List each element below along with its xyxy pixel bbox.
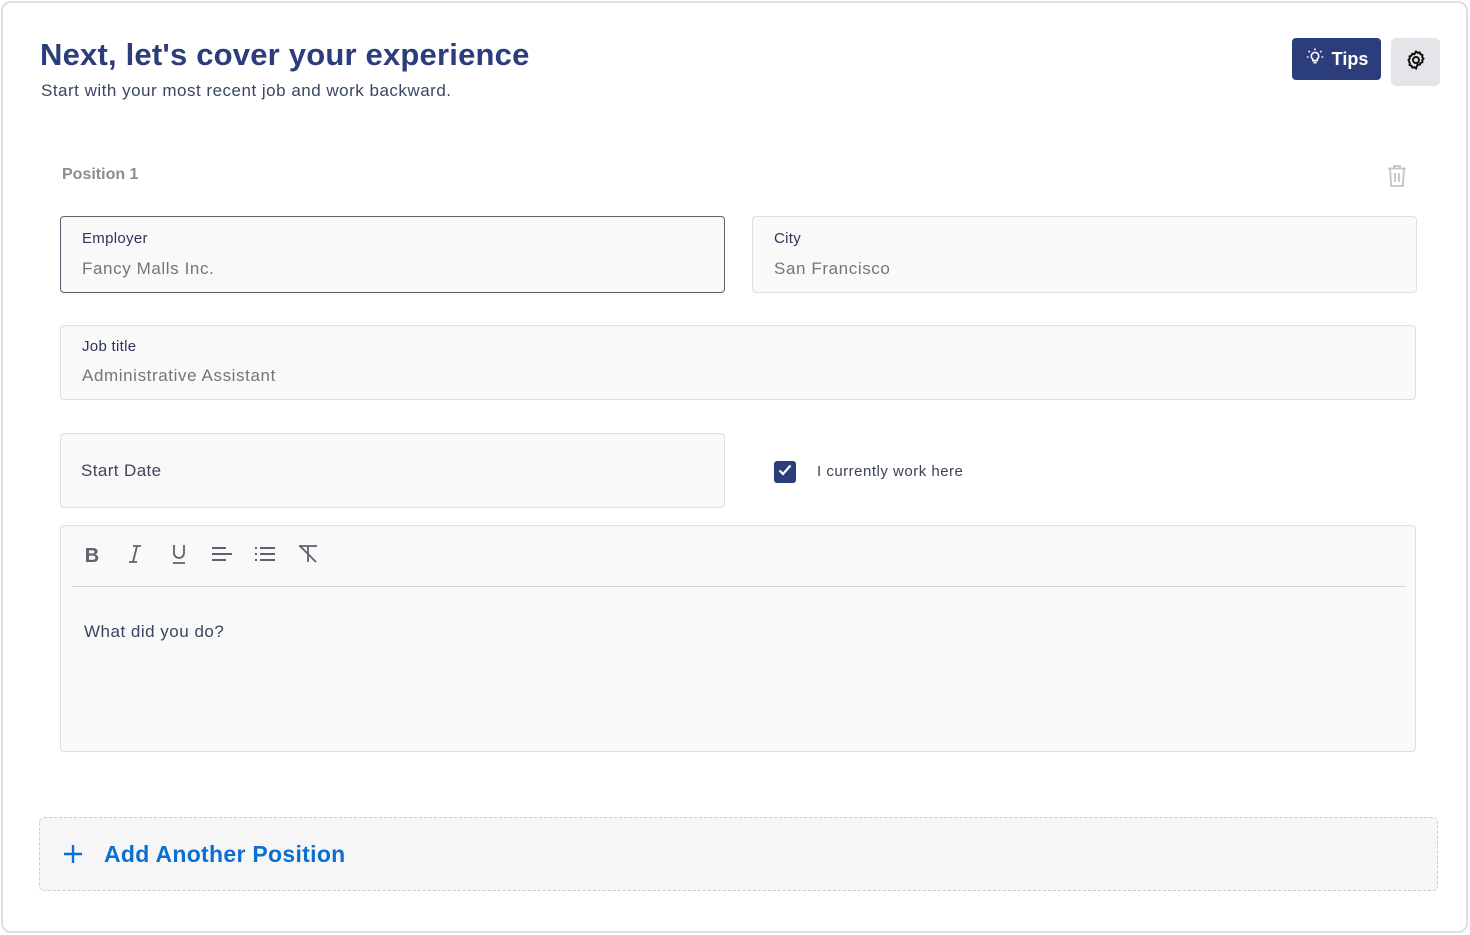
lightbulb-icon [1305,47,1325,72]
city-field[interactable]: City [752,216,1417,293]
currently-work-here-label[interactable]: I currently work here [817,463,963,480]
experience-panel: Next, let's cover your experience Start … [1,1,1468,933]
gear-icon [1404,48,1428,77]
city-input[interactable] [774,259,1371,279]
currently-work-here-checkbox[interactable] [774,461,796,483]
editor-toolbar: B [71,526,1406,587]
delete-position-button[interactable] [1385,163,1409,189]
job-title-field[interactable]: Job title [60,325,1416,400]
settings-button[interactable] [1391,38,1440,86]
employer-input[interactable] [82,259,679,279]
tips-label: Tips [1331,48,1369,69]
italic-button[interactable] [121,542,149,570]
page-title: Next, let's cover your experience [40,37,530,72]
checkmark-icon [778,463,792,481]
clear-format-button[interactable] [294,542,322,570]
add-another-position-button[interactable]: Add Another Position [39,817,1438,891]
align-left-button[interactable] [208,542,236,570]
start-date-field[interactable]: Start Date [60,433,725,508]
page-subtitle: Start with your most recent job and work… [41,81,452,100]
list-icon [254,546,276,567]
trash-icon [1385,165,1409,193]
employer-label: Employer [82,230,148,247]
employer-field[interactable]: Employer [60,216,725,293]
job-title-input[interactable] [82,366,1301,386]
align-left-icon [211,546,233,567]
bold-icon: B [84,544,100,567]
bold-button[interactable]: B [78,542,106,570]
clear-format-icon [297,544,319,569]
italic-icon [127,544,143,569]
tips-button[interactable]: Tips [1292,38,1381,80]
underline-icon [171,543,187,570]
add-another-position-label: Add Another Position [104,841,346,867]
description-editor[interactable]: B What did you do? [60,525,1416,752]
city-label: City [774,230,802,247]
bulleted-list-button[interactable] [251,542,279,570]
underline-button[interactable] [165,542,193,570]
description-placeholder: What did you do? [84,622,225,641]
position-heading: Position 1 [62,166,139,183]
plus-icon [61,842,85,866]
start-date-label: Start Date [81,461,162,480]
job-title-label: Job title [82,338,137,355]
